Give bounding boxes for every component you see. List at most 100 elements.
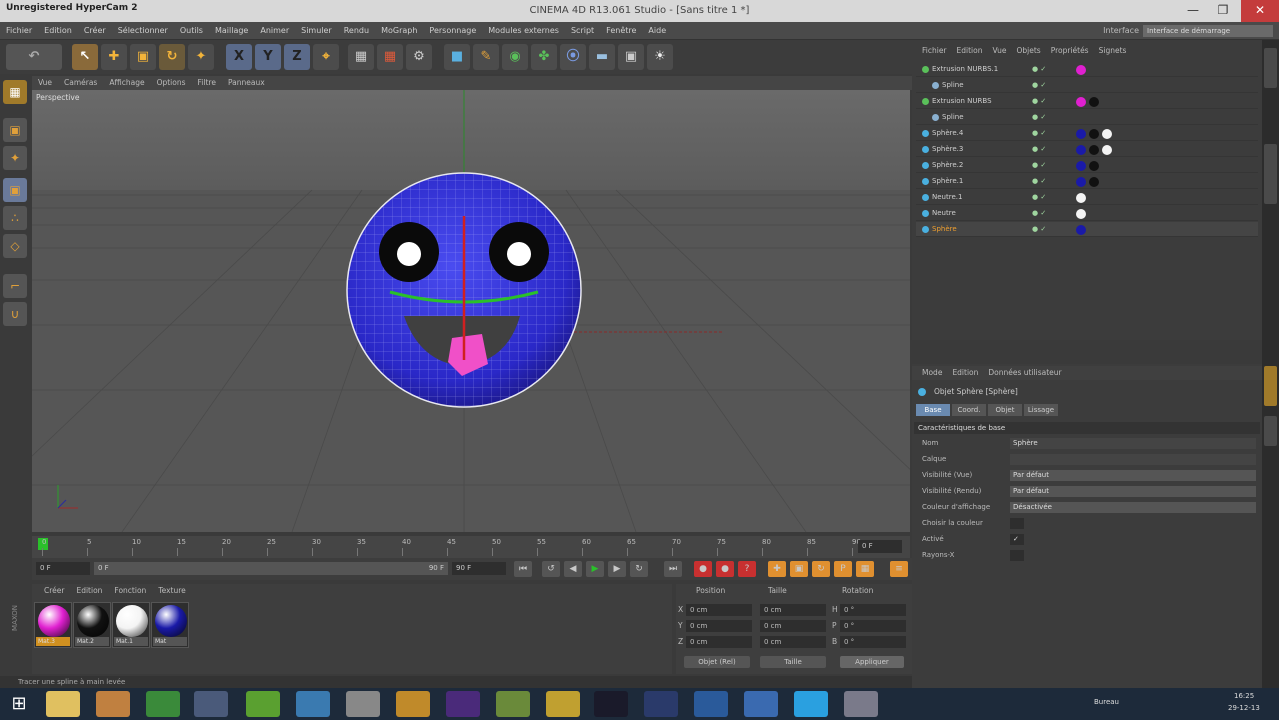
floor-button[interactable]: ▬ (589, 44, 615, 70)
menu-animer[interactable]: Animer (254, 22, 295, 40)
key-position-icon[interactable]: ✚ (768, 561, 786, 577)
attr-menu-edition[interactable]: Edition (947, 366, 983, 380)
material-tag-icon[interactable] (1076, 129, 1086, 139)
coordinate-system-button[interactable]: ⌖ (313, 44, 339, 70)
app-icon-13[interactable] (644, 691, 678, 717)
menu-outils[interactable]: Outils (174, 22, 209, 40)
app-icon-7[interactable] (346, 691, 380, 717)
render-settings-button[interactable]: ⚙ (406, 44, 432, 70)
coord-size-field[interactable]: 0 cm (760, 620, 826, 632)
move-tool-button[interactable]: ✚ (101, 44, 127, 70)
material-tag-icon[interactable] (1102, 129, 1112, 139)
visibility-toggle-icon[interactable]: ● ✓ (1032, 78, 1046, 93)
object-row[interactable]: Sphère.4 ● ✓ (916, 126, 1258, 141)
menu-maillage[interactable]: Maillage (209, 22, 254, 40)
objects-tab[interactable] (1264, 48, 1277, 88)
om-menu-vue[interactable]: Vue (987, 44, 1011, 58)
app-icon-6[interactable] (296, 691, 330, 717)
menu-edition[interactable]: Edition (38, 22, 78, 40)
camera-button[interactable]: ▣ (618, 44, 644, 70)
menu-script[interactable]: Script (565, 22, 600, 40)
viewport-menu-cameras[interactable]: Caméras (58, 76, 103, 90)
undo-button[interactable]: ↶ (6, 44, 62, 70)
next-key-icon[interactable]: ↻ (630, 561, 648, 577)
material-swatch[interactable]: Mat.2 (73, 602, 111, 648)
object-row[interactable]: Spline ● ✓ (916, 78, 1258, 93)
attributes-tab[interactable] (1264, 366, 1277, 406)
menu-fichier[interactable]: Fichier (0, 22, 38, 40)
after-effects-icon[interactable] (446, 691, 480, 717)
select-tool-button[interactable]: ↖ (72, 44, 98, 70)
coord-rotation-field[interactable]: 0 ° (840, 604, 906, 616)
material-tag-icon[interactable] (1076, 193, 1086, 203)
goto-start-icon[interactable]: ⏮ (514, 561, 532, 577)
windows-start-icon[interactable]: ⊞ (4, 691, 34, 717)
viewport-menu-options[interactable]: Options (151, 76, 192, 90)
scale-tool-button[interactable]: ▣ (130, 44, 156, 70)
menu-fenetre[interactable]: Fenêtre (600, 22, 642, 40)
visibility-toggle-icon[interactable]: ● ✓ (1032, 62, 1046, 77)
attr-menu-mode[interactable]: Mode (917, 366, 947, 380)
array-button[interactable]: ✤ (531, 44, 557, 70)
model-mode-icon[interactable]: ▣ (3, 118, 27, 142)
tray-date[interactable]: 29-12-13 (1228, 704, 1260, 712)
attr-menu-donnees-utilisateur[interactable]: Données utilisateur (983, 366, 1066, 380)
tray-time[interactable]: 16:25 (1234, 692, 1254, 700)
app-icon-15[interactable] (744, 691, 778, 717)
object-mode-icon[interactable]: ▣ (3, 178, 27, 202)
key-scale-icon[interactable]: ▣ (790, 561, 808, 577)
material-tag-icon[interactable] (1076, 97, 1086, 107)
scheme-icon[interactable]: ≡ (890, 561, 908, 577)
visibility-toggle-icon[interactable]: ● ✓ (1032, 142, 1046, 157)
material-tag-icon[interactable] (1076, 65, 1086, 75)
object-row[interactable]: Sphère.3 ● ✓ (916, 142, 1258, 157)
object-row[interactable]: Spline ● ✓ (916, 110, 1258, 125)
close-icon[interactable]: ✕ (1241, 0, 1279, 22)
attr-field-value[interactable] (1010, 550, 1024, 561)
edges-mode-icon[interactable]: ◇ (3, 234, 27, 258)
menu-mograph[interactable]: MoGraph (375, 22, 423, 40)
menu-personnage[interactable]: Personnage (423, 22, 482, 40)
utorrent-icon[interactable] (246, 691, 280, 717)
menu-modules-externes[interactable]: Modules externes (482, 22, 565, 40)
media-player-icon[interactable] (96, 691, 130, 717)
file-explorer-icon[interactable] (46, 691, 80, 717)
material-menu-edition[interactable]: Edition (70, 584, 108, 598)
object-row[interactable]: Extrusion NURBS.1 ● ✓ (916, 62, 1258, 77)
tray-desktop-label[interactable]: Bureau (1094, 698, 1119, 706)
render-view-button[interactable]: ▦ (348, 44, 374, 70)
apply-button[interactable]: Appliquer (840, 656, 904, 668)
minimize-icon[interactable]: — (1177, 0, 1209, 22)
material-tag-icon[interactable] (1076, 161, 1086, 171)
light-button[interactable]: ☀ (647, 44, 673, 70)
viewport-menu-vue[interactable]: Vue (32, 76, 58, 90)
chrome-icon[interactable] (146, 691, 180, 717)
goto-end-icon[interactable]: ⏭ (664, 561, 682, 577)
menu-selectionner[interactable]: Sélectionner (112, 22, 174, 40)
material-swatch[interactable]: Mat (151, 602, 189, 648)
attr-field-value[interactable]: Par défaut (1010, 470, 1256, 481)
object-row[interactable]: Sphère.1 ● ✓ (916, 174, 1258, 189)
pen-spline-button[interactable]: ✎ (473, 44, 499, 70)
coord-rotation-field[interactable]: 0 ° (840, 636, 906, 648)
attr-field-value[interactable] (1010, 454, 1256, 465)
axis-y-button[interactable]: Y (255, 44, 281, 70)
material-tag-icon[interactable] (1089, 161, 1099, 171)
video-editor-icon[interactable] (594, 691, 628, 717)
coord-size-select[interactable]: Taille (760, 656, 826, 668)
visibility-toggle-icon[interactable]: ● ✓ (1032, 94, 1046, 109)
app-icon-17[interactable] (844, 691, 878, 717)
coord-size-field[interactable]: 0 cm (760, 636, 826, 648)
keyframe-selection-icon[interactable]: ? (738, 561, 756, 577)
layers-tab[interactable] (1264, 416, 1277, 446)
timeline-ruler[interactable]: 0 5 10 15 20 25 30 35 40 45 50 55 60 65 70 75 80 85 90 0 F (32, 536, 910, 558)
menu-simuler[interactable]: Simuler (295, 22, 338, 40)
material-tag-icon[interactable] (1076, 177, 1086, 187)
material-menu-creer[interactable]: Créer (38, 584, 70, 598)
menu-aide[interactable]: Aide (642, 22, 672, 40)
attr-tab-lissage[interactable]: Lissage (1024, 404, 1058, 416)
layout-select[interactable]: Interface de démarrage (1143, 25, 1273, 37)
attr-field-value[interactable]: Désactivée (1010, 502, 1256, 513)
viewport-menu-affichage[interactable]: Affichage (103, 76, 150, 90)
attr-tab-coord[interactable]: Coord. (952, 404, 986, 416)
